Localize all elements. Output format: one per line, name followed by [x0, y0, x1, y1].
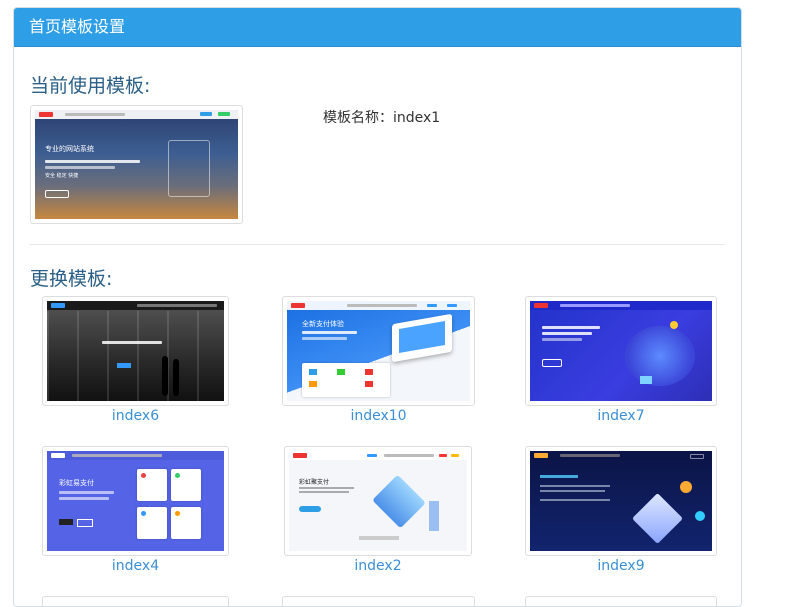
- template-name-index9[interactable]: index9: [525, 558, 717, 574]
- template-thumb-index4[interactable]: 彩虹易支付: [42, 446, 229, 556]
- thumb-headline: 全新支付体验: [302, 320, 344, 328]
- template-name-label: 模板名称：index1: [323, 110, 441, 126]
- thumb-headline: 彩虹易支付: [59, 479, 94, 487]
- template-name-index6[interactable]: index6: [42, 408, 229, 424]
- current-template-thumbnail: 专业的网站系统 安全 稳定 快捷: [30, 105, 243, 224]
- template-name-index7[interactable]: index7: [525, 408, 717, 424]
- template-thumb-index6[interactable]: [42, 296, 229, 406]
- template-name-index10[interactable]: index10: [282, 408, 475, 424]
- current-template-heading: 当前使用模板:: [30, 75, 151, 97]
- panel-title: 首页模板设置: [14, 8, 741, 47]
- template-name-index4[interactable]: index4: [42, 558, 229, 574]
- template-thumb-index2[interactable]: 彩虹聚支付: [284, 446, 472, 556]
- template-settings-panel: 首页模板设置 当前使用模板: 专业的网站系统 安全 稳定 快捷 模板名称：ind…: [13, 7, 742, 607]
- template-thumb-index7[interactable]: [525, 296, 717, 406]
- thumb-subline: 安全 稳定 快捷: [45, 173, 79, 179]
- thumb-headline: 彩虹聚支付: [299, 479, 330, 486]
- change-template-heading: 更换模板:: [30, 268, 113, 290]
- thumb-headline: 专业的网站系统: [45, 145, 94, 153]
- template-name-index2[interactable]: index2: [284, 558, 472, 574]
- template-thumb-index9[interactable]: [525, 446, 717, 556]
- section-divider: [30, 244, 725, 245]
- template-thumb-index10[interactable]: 全新支付体验: [282, 296, 475, 406]
